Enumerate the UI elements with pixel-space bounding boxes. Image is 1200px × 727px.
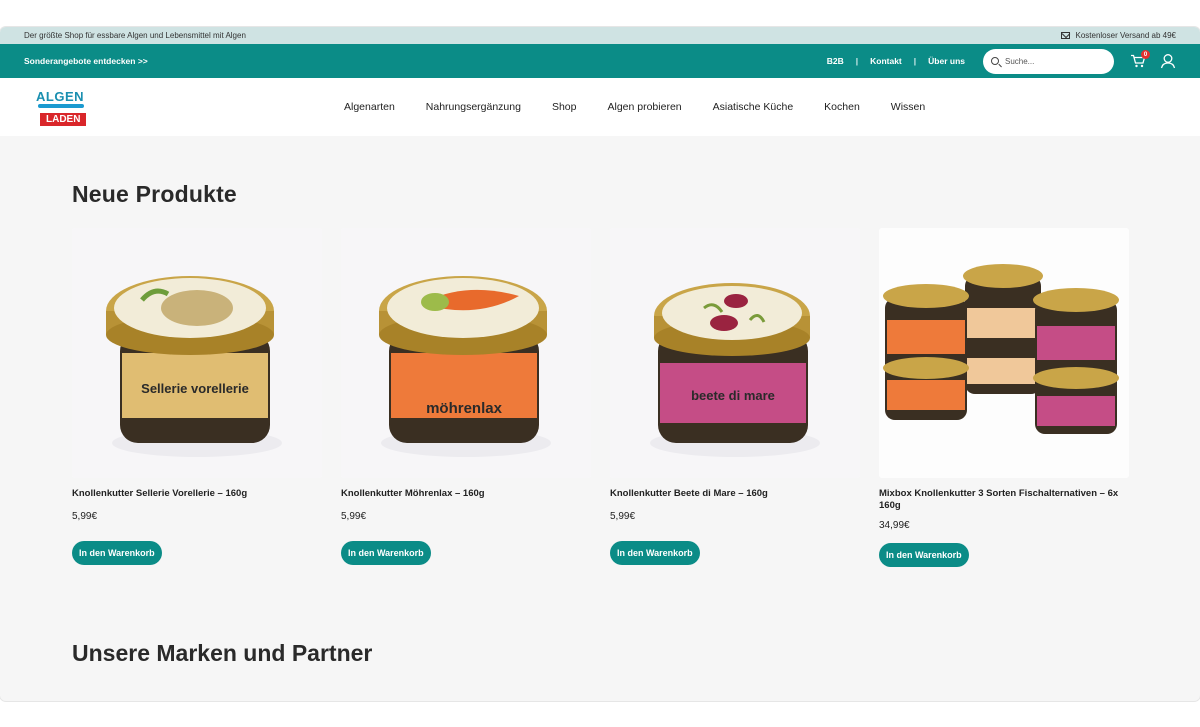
nav-link-b2b[interactable]: B2B	[815, 56, 856, 66]
main-navigation: ALGEN LADEN Algenarten Nahrungsergänzung…	[0, 78, 1200, 136]
shipping-text: Kostenloser Versand ab 49€	[1075, 31, 1176, 40]
main-content: Neue Produkte Sellerie vorellerie Knolle…	[0, 181, 1200, 667]
product-name[interactable]: Knollenkutter Sellerie Vorellerie – 160g	[72, 488, 322, 500]
menu-item-kochen[interactable]: Kochen	[824, 101, 860, 113]
utility-nav: B2B | Kontakt | Über uns 0	[815, 48, 1176, 74]
shop-tagline: Der größte Shop für essbare Algen und Le…	[24, 31, 246, 40]
product-card: beete di mare Knollenkutter Beete di Mar…	[610, 228, 860, 567]
logo-text-top: ALGEN	[36, 89, 84, 104]
nav-link-ueber-uns[interactable]: Über uns	[916, 56, 977, 66]
cart-count-badge: 0	[1141, 50, 1150, 59]
search-input[interactable]	[1005, 56, 1105, 66]
jar-image: möhrenlax	[341, 228, 591, 478]
utility-bar: Sonderangebote entdecken >> B2B | Kontak…	[0, 44, 1200, 78]
add-to-cart-button[interactable]: In den Warenkorb	[879, 543, 969, 567]
product-name[interactable]: Knollenkutter Beete di Mare – 160g	[610, 488, 860, 500]
jar-label-text: möhrenlax	[426, 400, 503, 417]
main-menu: Algenarten Nahrungsergänzung Shop Algen …	[344, 78, 925, 136]
logo-text-bottom: LADEN	[40, 113, 87, 126]
shipping-info: Kostenloser Versand ab 49€	[1061, 31, 1176, 40]
cart-button[interactable]: 0	[1130, 50, 1150, 68]
jar-label-text: Sellerie vorellerie	[141, 381, 249, 396]
section-title-new-products: Neue Produkte	[72, 181, 237, 207]
jar-group-image	[879, 228, 1129, 478]
menu-item-shop[interactable]: Shop	[552, 101, 577, 113]
search-icon	[991, 57, 999, 65]
product-grid: Sellerie vorellerie Knollenkutter Seller…	[72, 228, 1129, 567]
jar-label-text: beete di mare	[691, 388, 775, 403]
menu-item-nahrungsergaenzung[interactable]: Nahrungsergänzung	[426, 101, 521, 113]
section-title-brands: Unsere Marken und Partner	[72, 640, 373, 666]
menu-item-algen-probieren[interactable]: Algen probieren	[607, 101, 681, 113]
offers-link[interactable]: Sonderangebote entdecken >>	[24, 56, 148, 66]
product-card: Sellerie vorellerie Knollenkutter Seller…	[72, 228, 322, 567]
product-price: 5,99€	[610, 511, 636, 522]
menu-item-wissen[interactable]: Wissen	[891, 101, 925, 113]
page-frame: Der größte Shop für essbare Algen und Le…	[0, 27, 1200, 701]
product-price: 5,99€	[341, 511, 367, 522]
product-card: möhrenlax Knollenkutter Möhrenlax – 160g…	[341, 228, 591, 567]
search-box[interactable]	[983, 48, 1114, 74]
product-name[interactable]: Mixbox Knollenkutter 3 Sorten Fischalter…	[879, 488, 1129, 512]
menu-item-algenarten[interactable]: Algenarten	[344, 101, 395, 113]
mail-icon	[1061, 32, 1071, 39]
product-image-sellerie[interactable]: Sellerie vorellerie	[72, 228, 322, 478]
product-name[interactable]: Knollenkutter Möhrenlax – 160g	[341, 488, 591, 500]
add-to-cart-button[interactable]: In den Warenkorb	[72, 541, 162, 565]
jar-image: Sellerie vorellerie	[72, 228, 322, 478]
product-image-mixbox[interactable]	[879, 228, 1129, 478]
user-icon	[1160, 54, 1176, 69]
menu-item-asiatische-kueche[interactable]: Asiatische Küche	[713, 101, 794, 113]
product-image-moehrenlax[interactable]: möhrenlax	[341, 228, 591, 478]
logo-wave	[38, 104, 84, 108]
algenladen-logo[interactable]: ALGEN LADEN	[36, 89, 87, 126]
jar-image: beete di mare	[610, 228, 860, 478]
product-image-beete-di-mare[interactable]: beete di mare	[610, 228, 860, 478]
product-price: 5,99€	[72, 511, 98, 522]
add-to-cart-button[interactable]: In den Warenkorb	[610, 541, 700, 565]
nav-link-kontakt[interactable]: Kontakt	[858, 56, 914, 66]
product-card: Mixbox Knollenkutter 3 Sorten Fischalter…	[879, 228, 1129, 567]
add-to-cart-button[interactable]: In den Warenkorb	[341, 541, 431, 565]
account-button[interactable]	[1160, 53, 1176, 69]
top-info-bar: Der größte Shop für essbare Algen und Le…	[0, 27, 1200, 44]
product-price: 34,99€	[879, 520, 910, 531]
